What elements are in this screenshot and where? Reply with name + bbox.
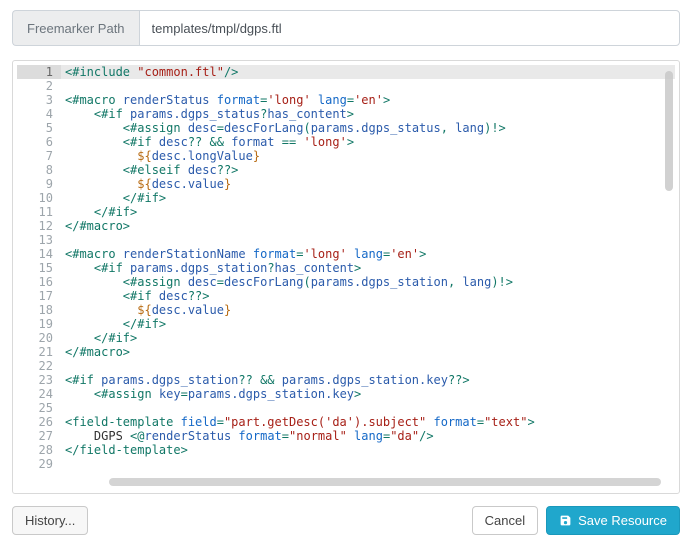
line-number: 1 (17, 65, 61, 79)
line-number: 24 (17, 387, 61, 401)
line-number: 13 (17, 233, 61, 247)
code-line[interactable]: <#if desc??> (61, 289, 675, 303)
save-resource-button[interactable]: Save Resource (546, 506, 680, 535)
line-number: 10 (17, 191, 61, 205)
history-button[interactable]: History... (12, 506, 88, 535)
save-resource-label: Save Resource (578, 513, 667, 528)
line-number: 3 (17, 93, 61, 107)
code-line[interactable] (61, 401, 675, 415)
code-line[interactable]: <#if params.dgps_station?has_content> (61, 261, 675, 275)
code-line[interactable]: </#if> (61, 205, 675, 219)
code-line[interactable]: <#if params.dgps_status?has_content> (61, 107, 675, 121)
code-line[interactable]: ${desc.longValue} (61, 149, 675, 163)
line-number: 22 (17, 359, 61, 373)
editor-dialog: Freemarker Path 123456789101112131415161… (0, 0, 692, 546)
code-editor-frame: 1234567891011121314151617181920212223242… (12, 60, 680, 494)
code-line[interactable]: <#elseif desc??> (61, 163, 675, 177)
line-number: 11 (17, 205, 61, 219)
code-line[interactable]: DGPS <@renderStatus format="normal" lang… (61, 429, 675, 443)
vertical-scrollbar[interactable] (665, 71, 673, 191)
line-number: 8 (17, 163, 61, 177)
path-bar: Freemarker Path (12, 10, 680, 46)
code-line[interactable]: </#macro> (61, 219, 675, 233)
line-number: 7 (17, 149, 61, 163)
line-number: 25 (17, 401, 61, 415)
code-line[interactable]: </#if> (61, 317, 675, 331)
code-line[interactable]: <#assign desc=descForLang(params.dgps_st… (61, 275, 675, 289)
line-number: 6 (17, 135, 61, 149)
save-icon (559, 514, 572, 527)
code-line[interactable]: <#macro renderStatus format='long' lang=… (61, 93, 675, 107)
code-line[interactable] (61, 457, 675, 471)
code-line[interactable]: <#assign key=params.dgps_station.key> (61, 387, 675, 401)
cancel-button[interactable]: Cancel (472, 506, 538, 535)
code-line[interactable]: ${desc.value} (61, 303, 675, 317)
path-label: Freemarker Path (12, 10, 139, 46)
code-line[interactable]: <#macro renderStationName format='long' … (61, 247, 675, 261)
line-number: 16 (17, 275, 61, 289)
line-number: 15 (17, 261, 61, 275)
line-number: 28 (17, 443, 61, 457)
freemarker-path-input[interactable] (139, 10, 680, 46)
line-number: 5 (17, 121, 61, 135)
line-gutter: 1234567891011121314151617181920212223242… (17, 65, 61, 489)
code-area[interactable]: <#include "common.ftl"/> <#macro renderSt… (61, 65, 675, 489)
code-line[interactable]: </field-template> (61, 443, 675, 457)
code-line[interactable]: </#macro> (61, 345, 675, 359)
line-number: 26 (17, 415, 61, 429)
horizontal-scrollbar[interactable] (109, 478, 661, 486)
line-number: 20 (17, 331, 61, 345)
line-number: 9 (17, 177, 61, 191)
code-line[interactable]: <field-template field="part.getDesc('da'… (61, 415, 675, 429)
line-number: 23 (17, 373, 61, 387)
line-number: 2 (17, 79, 61, 93)
code-line[interactable]: <#if params.dgps_station?? && params.dgp… (61, 373, 675, 387)
code-line[interactable]: <#assign desc=descForLang(params.dgps_st… (61, 121, 675, 135)
code-content: <#include "common.ftl"/> <#macro renderSt… (61, 65, 675, 471)
footer-bar: History... Cancel Save Resource (12, 506, 680, 535)
line-number: 19 (17, 317, 61, 331)
code-line[interactable]: <#include "common.ftl"/> (61, 65, 675, 79)
code-line[interactable]: </#if> (61, 191, 675, 205)
line-number: 4 (17, 107, 61, 121)
line-number: 29 (17, 457, 61, 471)
code-line[interactable] (61, 233, 675, 247)
line-number: 27 (17, 429, 61, 443)
line-number: 14 (17, 247, 61, 261)
code-editor[interactable]: 1234567891011121314151617181920212223242… (17, 65, 675, 489)
line-number: 17 (17, 289, 61, 303)
line-number: 18 (17, 303, 61, 317)
code-line[interactable]: </#if> (61, 331, 675, 345)
code-line[interactable]: ${desc.value} (61, 177, 675, 191)
line-number: 12 (17, 219, 61, 233)
line-number: 21 (17, 345, 61, 359)
code-line[interactable] (61, 359, 675, 373)
code-line[interactable]: <#if desc?? && format == 'long'> (61, 135, 675, 149)
code-line[interactable] (61, 79, 675, 93)
